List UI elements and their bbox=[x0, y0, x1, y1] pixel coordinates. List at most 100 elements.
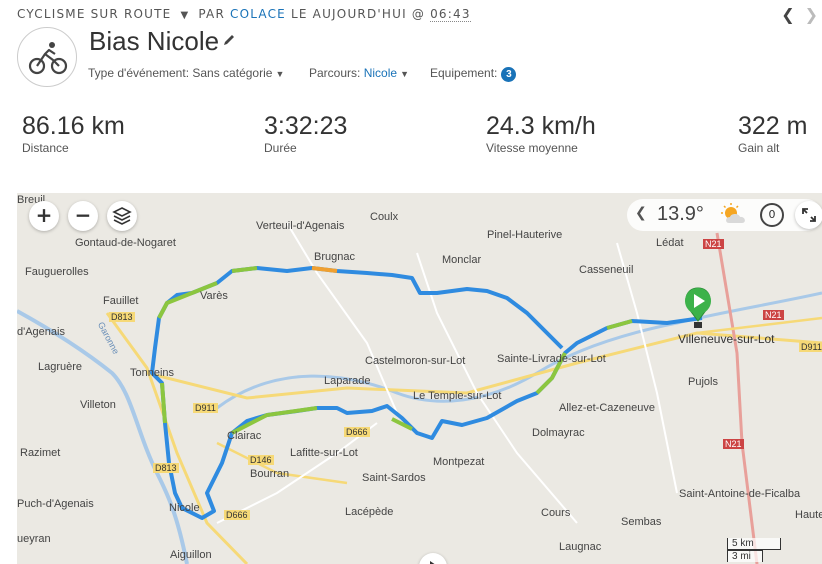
equipment-label: Equipement: bbox=[430, 66, 498, 80]
event-type-label: Type d'événement: bbox=[88, 66, 190, 80]
road-label: D813 bbox=[153, 463, 179, 473]
equipment-count-badge[interactable]: 3 bbox=[501, 67, 517, 82]
activity-breadcrumb: CYCLISME SUR ROUTE ▼ PAR COLACE LE AUJOU… bbox=[17, 7, 471, 22]
place-label: Monclar bbox=[442, 254, 482, 266]
chevron-down-icon[interactable]: ▼ bbox=[275, 69, 284, 79]
stat-avg-speed: 24.3 km/h Vitesse moyenne bbox=[486, 112, 596, 155]
weather-panel: ❮ 13.9° 0 bbox=[627, 199, 822, 231]
road-label: D666 bbox=[224, 510, 250, 520]
place-label: Castelmoron-sur-Lot bbox=[365, 355, 466, 367]
play-icon bbox=[430, 561, 435, 564]
place-label: Fauguerolles bbox=[25, 266, 89, 278]
chevron-down-icon[interactable]: ▼ bbox=[400, 69, 409, 79]
playback-button[interactable] bbox=[419, 553, 447, 564]
place-label: Villeneuve-sur-Lot bbox=[678, 332, 775, 346]
map-scale: 5 km 3 mi bbox=[727, 538, 817, 562]
stat-value: 322 m bbox=[738, 112, 808, 140]
road-label: N21 bbox=[763, 310, 784, 320]
place-label: Clairac bbox=[227, 430, 262, 442]
course-selector[interactable]: Parcours: Nicole ▼ bbox=[309, 66, 409, 80]
place-label: Villeton bbox=[80, 399, 116, 411]
stat-label: Gain alt bbox=[738, 141, 780, 155]
place-label: Cours bbox=[541, 507, 571, 519]
previous-activity-icon[interactable]: ❮ bbox=[781, 5, 794, 24]
place-label: d'Agenais bbox=[17, 326, 65, 338]
place-label: Haute bbox=[795, 509, 822, 521]
weather-temperature: 13.9° bbox=[657, 203, 704, 225]
place-label: Sainte-Livrade-sur-Lot bbox=[497, 353, 606, 365]
fullscreen-button[interactable] bbox=[795, 201, 822, 229]
activity-nav: ❮ ❯ bbox=[771, 5, 818, 24]
place-label: Nicole bbox=[169, 502, 200, 514]
place-label: Saint-Sardos bbox=[362, 472, 426, 484]
place-label: Verteuil-d'Agenais bbox=[256, 220, 345, 232]
stat-label: Vitesse moyenne bbox=[486, 141, 578, 155]
place-label: Tonneins bbox=[130, 367, 175, 379]
scale-mi: 3 mi bbox=[727, 550, 763, 562]
place-label: Sembas bbox=[621, 516, 662, 528]
stat-value: 24.3 km/h bbox=[486, 112, 596, 140]
course-value[interactable]: Nicole bbox=[364, 66, 397, 80]
stat-value: 86.16 km bbox=[22, 112, 125, 140]
zoom-in-button[interactable]: + bbox=[29, 201, 59, 231]
place-label: Lafitte-sur-Lot bbox=[290, 447, 358, 459]
bicycle-icon bbox=[28, 42, 68, 75]
place-label: Pinel-Hauterive bbox=[487, 229, 563, 241]
timer-icon[interactable]: 0 bbox=[760, 203, 784, 227]
stat-label: Distance bbox=[22, 141, 69, 155]
activity-title: Bias Nicole bbox=[89, 26, 220, 56]
place-label: Lagruère bbox=[38, 361, 83, 373]
stat-elevation-gain: 322 m Gain alt bbox=[738, 112, 807, 155]
place-label: Le Temple-sur-Lot bbox=[413, 390, 502, 402]
next-activity-icon[interactable]: ❯ bbox=[805, 5, 818, 24]
fullscreen-icon bbox=[802, 208, 816, 222]
stat-label: Durée bbox=[264, 141, 297, 155]
chevron-left-icon[interactable]: ❮ bbox=[635, 205, 647, 221]
place-label: Montpezat bbox=[433, 456, 485, 468]
minus-icon: − bbox=[74, 203, 92, 227]
map-layers-button[interactable] bbox=[107, 201, 137, 231]
author-link[interactable]: COLACE bbox=[230, 7, 286, 21]
place-label: Varès bbox=[200, 290, 228, 302]
route-map[interactable]: Breuil Gontaud-de-Nogaret Fauguerolles F… bbox=[17, 193, 822, 564]
road-label: D813 bbox=[109, 312, 135, 322]
layers-icon bbox=[112, 207, 132, 225]
place-label: Casseneuil bbox=[579, 264, 634, 276]
place-label: Saint-Antoine-de-Ficalba bbox=[679, 488, 801, 500]
activity-type[interactable]: CYCLISME SUR ROUTE bbox=[17, 7, 171, 21]
equipment-selector[interactable]: Equipement: 3 bbox=[430, 66, 517, 82]
road-label: N21 bbox=[723, 439, 744, 449]
partly-cloudy-icon bbox=[721, 203, 745, 223]
place-label: Lédat bbox=[656, 237, 684, 249]
zoom-out-button[interactable]: − bbox=[68, 201, 98, 231]
edit-pencil-icon[interactable] bbox=[222, 33, 236, 47]
event-type-value[interactable]: Sans catégorie bbox=[192, 66, 272, 80]
course-label: Parcours: bbox=[309, 66, 361, 80]
activity-type-avatar bbox=[17, 27, 77, 87]
road-label: D666 bbox=[344, 427, 370, 437]
road-label: D911 bbox=[193, 403, 218, 413]
place-label: Bourran bbox=[250, 468, 290, 480]
stat-distance: 86.16 km Distance bbox=[22, 112, 125, 155]
place-label: Razimet bbox=[20, 447, 61, 459]
place-label: Laparade bbox=[324, 375, 371, 387]
place-label: Aiguillon bbox=[170, 549, 212, 561]
place-label: Gontaud-de-Nogaret bbox=[75, 237, 176, 249]
chevron-down-icon[interactable]: ▼ bbox=[180, 10, 189, 21]
place-label: Brugnac bbox=[314, 251, 355, 263]
place-label: Puch-d'Agenais bbox=[17, 498, 94, 510]
place-label: Fauillet bbox=[103, 295, 139, 307]
place-label: Laugnac bbox=[559, 541, 602, 553]
activity-time[interactable]: 06:43 bbox=[430, 7, 471, 22]
stat-duration: 3:32:23 Durée bbox=[264, 112, 347, 155]
date-label: LE AUJOURD'HUI @ bbox=[290, 7, 426, 21]
place-label: ueyran bbox=[17, 533, 51, 545]
road-label: N21 bbox=[703, 239, 724, 249]
event-type-selector[interactable]: Type d'événement: Sans catégorie ▼ bbox=[88, 66, 284, 80]
place-label: Coulx bbox=[370, 211, 399, 223]
place-label: Allez-et-Cazeneuve bbox=[559, 402, 655, 414]
road-label: D146 bbox=[248, 455, 274, 465]
stat-value: 3:32:23 bbox=[264, 112, 348, 140]
by-label: PAR bbox=[198, 7, 225, 21]
scale-km: 5 km bbox=[727, 538, 781, 550]
